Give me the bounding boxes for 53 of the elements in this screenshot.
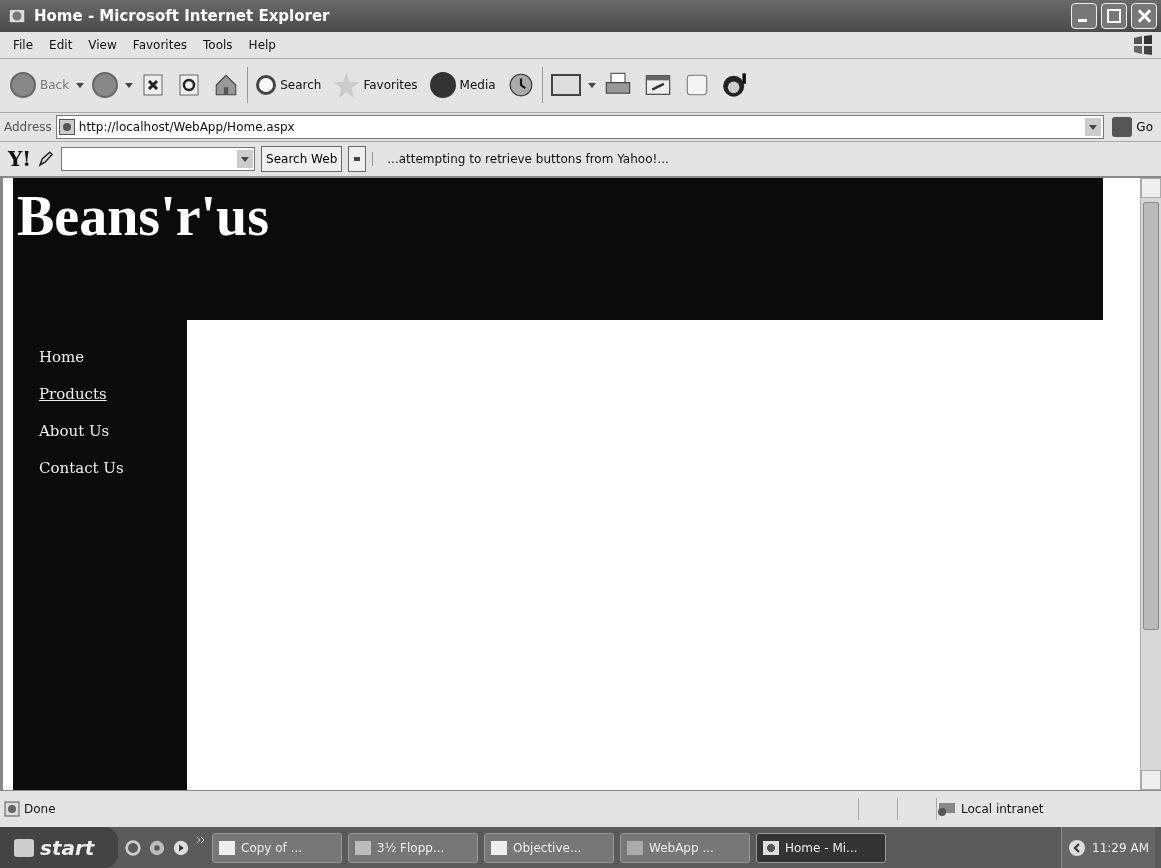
network-icon bbox=[937, 801, 957, 818]
pencil-icon[interactable] bbox=[37, 149, 56, 168]
address-label: Address bbox=[4, 119, 52, 134]
caret-icon[interactable] bbox=[76, 82, 85, 88]
yahoo-logo[interactable]: Y! bbox=[8, 146, 32, 171]
nav-link[interactable]: Home bbox=[39, 347, 85, 366]
favorites-button[interactable]: Favorites bbox=[329, 70, 422, 101]
menu-item[interactable]: Favorites bbox=[125, 35, 195, 54]
go-button[interactable]: Go bbox=[1108, 116, 1157, 137]
dropdown-button[interactable] bbox=[348, 145, 367, 172]
security-zone: Local intranet bbox=[961, 802, 1044, 817]
maximize-button[interactable] bbox=[1101, 2, 1127, 29]
site-title: Beans'r'us bbox=[16, 183, 270, 248]
dropdown-button[interactable] bbox=[237, 149, 254, 168]
status-message: ...attempting to retrieve buttons from Yahoo!... bbox=[372, 151, 669, 166]
caret-icon[interactable] bbox=[587, 82, 596, 88]
menu-item[interactable]: Edit bbox=[42, 35, 80, 54]
page-icon bbox=[58, 118, 75, 135]
start-button[interactable]: start bbox=[0, 827, 118, 868]
page-icon bbox=[4, 801, 20, 818]
clock: 11:29 AM bbox=[1092, 840, 1149, 855]
search-button[interactable]: Search bbox=[252, 73, 326, 98]
caret-icon[interactable] bbox=[125, 82, 134, 88]
back-button[interactable]: Back bbox=[6, 70, 74, 101]
taskbar-button[interactable]: 3½ Flopp... bbox=[348, 832, 478, 863]
menu-item[interactable]: Tools bbox=[196, 35, 240, 54]
dropdown-button[interactable] bbox=[1085, 117, 1102, 136]
menu-item[interactable]: Help bbox=[241, 35, 283, 54]
browser-icon[interactable] bbox=[124, 838, 142, 857]
minimize-button[interactable] bbox=[1071, 2, 1097, 29]
status-text: Done bbox=[24, 802, 57, 817]
windows-logo-icon bbox=[1131, 32, 1155, 57]
expand-tray-icon[interactable] bbox=[1068, 838, 1087, 857]
nav-link[interactable]: Contact Us bbox=[39, 458, 124, 477]
taskbar-button[interactable]: Objective... bbox=[484, 832, 614, 863]
menu-item[interactable]: View bbox=[81, 35, 124, 54]
address-field[interactable]: http://localhost/WebApp/Home.aspx bbox=[55, 114, 1105, 139]
search-web-button[interactable]: Search Web bbox=[261, 145, 343, 172]
play-icon[interactable] bbox=[172, 838, 190, 857]
taskbar-button[interactable]: Home - Mi... bbox=[756, 832, 886, 863]
window-title: Home - Microsoft Internet Explorer bbox=[33, 6, 330, 25]
close-button[interactable] bbox=[1131, 2, 1157, 29]
globe-icon[interactable] bbox=[148, 838, 166, 857]
browser-icon bbox=[8, 6, 26, 25]
taskbar-button[interactable]: WebApp ... bbox=[620, 832, 750, 863]
taskbar-button[interactable]: Copy of ... bbox=[212, 832, 342, 863]
nav-link[interactable]: Products bbox=[39, 384, 107, 403]
scrollbar[interactable] bbox=[1140, 177, 1161, 791]
menu-item[interactable]: File bbox=[6, 35, 41, 54]
chevron-icon[interactable] bbox=[196, 835, 206, 845]
search-field[interactable] bbox=[61, 146, 256, 171]
nav-link[interactable]: About Us bbox=[39, 421, 110, 440]
media-button[interactable]: Media bbox=[425, 70, 500, 101]
